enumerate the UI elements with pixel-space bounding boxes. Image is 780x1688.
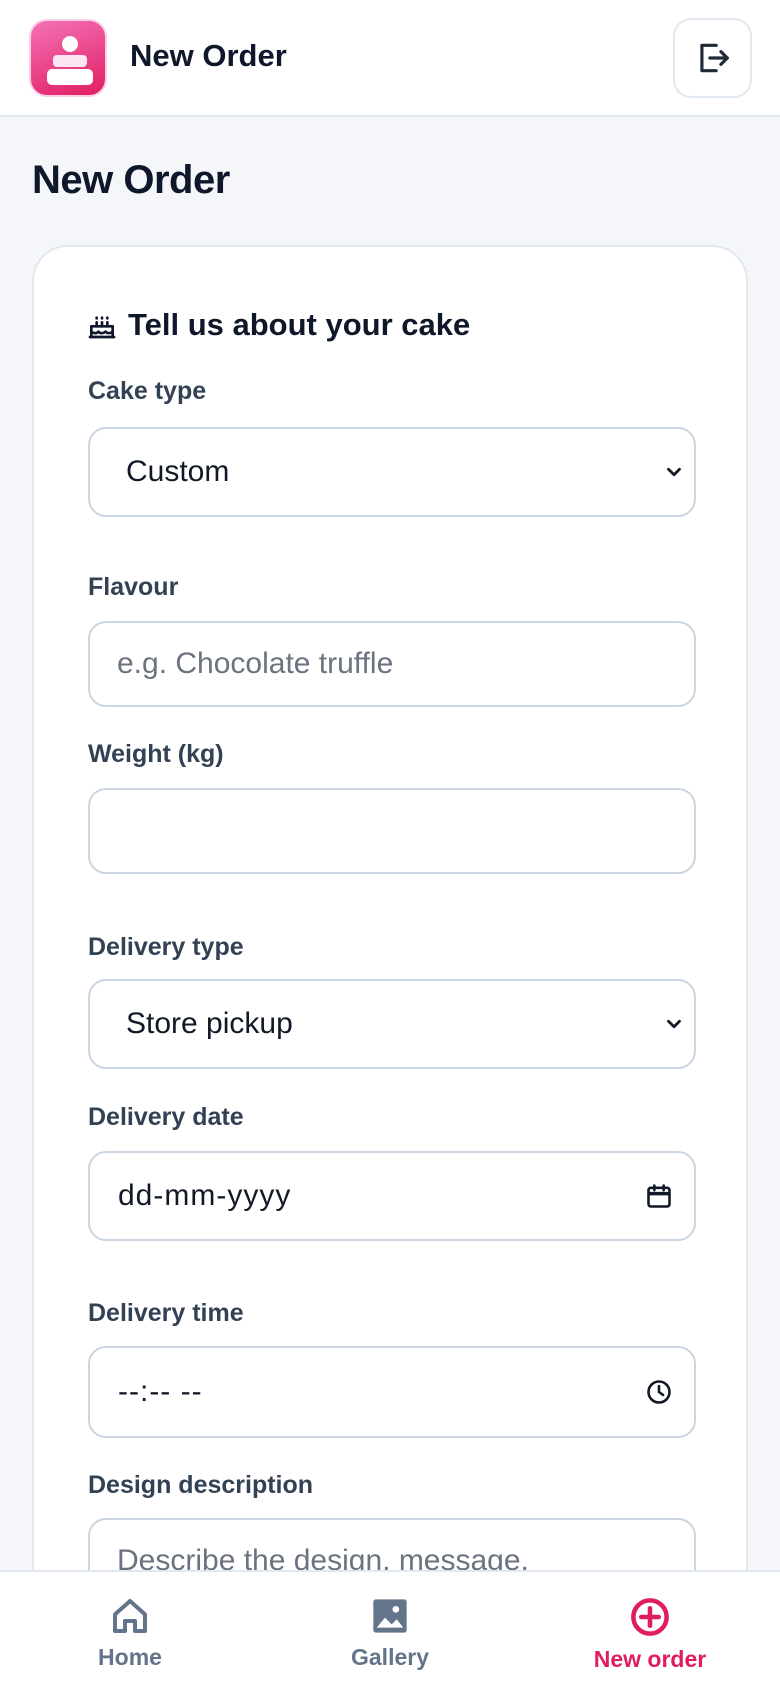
flavour-input[interactable]: e.g. Chocolate truffle — [88, 621, 696, 707]
cake-type-select[interactable]: Custom — [88, 427, 696, 517]
calendar-icon[interactable] — [624, 1182, 694, 1210]
app-header: New Order — [0, 0, 780, 117]
nav-label-gallery: Gallery — [351, 1644, 429, 1670]
chevron-down-icon — [654, 1013, 694, 1035]
bottom-nav: Home Gallery New order — [0, 1570, 780, 1688]
logout-icon — [699, 43, 729, 73]
clock-icon[interactable] — [624, 1378, 694, 1406]
chevron-down-icon — [654, 461, 694, 483]
delivery-date-label: Delivery date — [88, 1103, 244, 1131]
nav-item-home[interactable]: Home — [0, 1572, 260, 1688]
delivery-time-placeholder: --:-- -- — [118, 1375, 203, 1408]
logout-button[interactable] — [673, 18, 752, 98]
delivery-date-input[interactable]: dd-mm-yyyy — [88, 1151, 696, 1241]
section-title-text: Tell us about your cake — [128, 307, 471, 342]
plus-circle-icon — [631, 1598, 669, 1636]
section-heading: Tell us about your cake — [86, 307, 470, 343]
cake-type-value: Custom — [126, 455, 230, 488]
delivery-type-label: Delivery type — [88, 933, 244, 961]
page-title: New Order — [32, 158, 230, 202]
flavour-placeholder: e.g. Chocolate truffle — [117, 647, 394, 680]
delivery-time-label: Delivery time — [88, 1299, 244, 1327]
weight-input[interactable] — [88, 788, 696, 874]
cake-icon — [88, 316, 116, 339]
delivery-time-input[interactable]: --:-- -- — [88, 1346, 696, 1438]
cake-logo-icon — [29, 19, 107, 97]
delivery-type-select[interactable]: Store pickup — [88, 979, 696, 1069]
design-description-label: Design description — [88, 1471, 314, 1499]
delivery-type-value: Store pickup — [126, 1007, 293, 1040]
nav-item-gallery[interactable]: Gallery — [260, 1572, 520, 1688]
order-form-card: Tell us about your cake Cake type Custom… — [32, 245, 748, 1688]
weight-label: Weight (kg) — [88, 740, 224, 768]
header-title: New Order — [130, 38, 287, 73]
nav-label-home: Home — [98, 1644, 162, 1670]
home-icon — [113, 1599, 147, 1633]
nav-item-new-order[interactable]: New order — [520, 1572, 780, 1688]
gallery-icon — [373, 1599, 407, 1633]
delivery-date-placeholder: dd-mm-yyyy — [118, 1179, 292, 1212]
nav-label-new-order: New order — [593, 1646, 707, 1672]
cake-type-label: Cake type — [88, 377, 207, 405]
flavour-label: Flavour — [88, 573, 179, 601]
